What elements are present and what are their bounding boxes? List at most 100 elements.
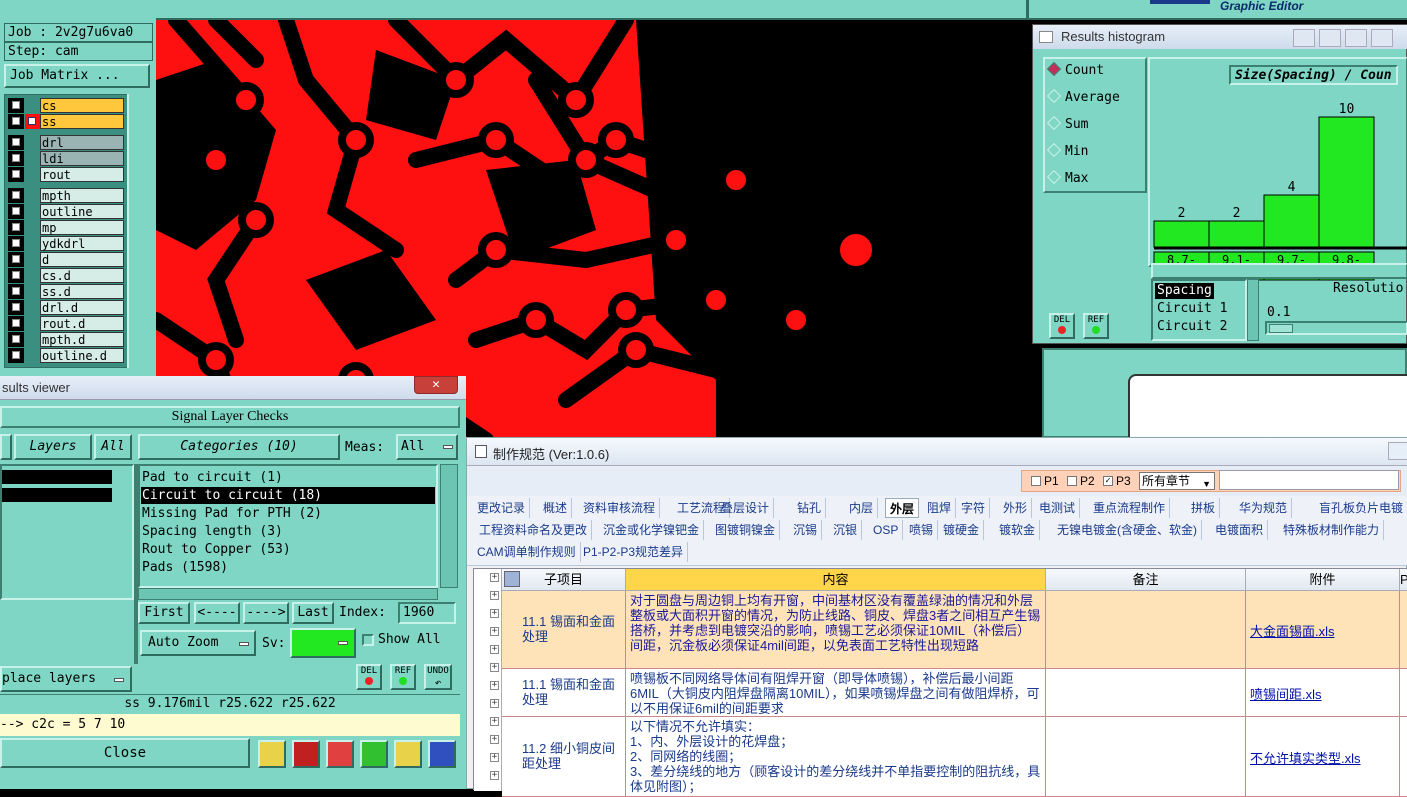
layer-visibility-checkbox[interactable] [8,188,24,203]
search-input[interactable] [1219,470,1399,490]
close-button[interactable] [1345,29,1367,47]
expand-row-icon[interactable]: + [490,573,499,582]
layer-visibility-checkbox[interactable] [8,236,24,251]
row-attachment[interactable]: 喷锡间距.xls [1246,669,1400,717]
layer-row[interactable]: mp [8,220,124,235]
rv-undo-button[interactable]: UNDO ↶ [424,664,452,690]
layer-row[interactable]: drl.d [8,300,124,315]
tab-tabs_row2-7[interactable]: 镀硬金 [939,520,985,540]
expand-row-icon[interactable]: + [490,645,499,654]
category-item[interactable]: Pad to circuit (1) [141,469,435,486]
tab-tabs_row1-13[interactable]: 拼板 [1187,498,1221,518]
expand-row-icon[interactable]: + [490,591,499,600]
layer-name[interactable]: rout [40,167,124,182]
category-item[interactable]: Rout to Copper (53) [141,541,435,558]
column-header[interactable]: 备注 [1046,569,1246,591]
layer-row[interactable]: outline.d [8,348,124,363]
tab-tabs_row2-1[interactable]: 沉金或化学镍钯金 [599,520,705,540]
layer-row[interactable]: mpth [8,188,124,203]
layers-list-row[interactable] [2,488,112,502]
layers-left-button[interactable] [0,434,12,460]
column-header[interactable]: 附件 [1246,569,1400,591]
spacing-list-item[interactable]: Circuit 1 [1155,301,1229,317]
layer-visibility-checkbox[interactable] [8,252,24,267]
restore-button[interactable] [1371,29,1393,47]
number-tool-icon[interactable] [360,740,388,768]
row-note[interactable] [1046,591,1246,669]
replace-layers-select[interactable]: place layers [0,666,132,692]
layer-visibility-checkbox[interactable] [8,220,24,235]
expand-row-icon[interactable]: + [490,699,499,708]
tab-tabs_row2-10[interactable]: 电镀面积 [1211,520,1269,540]
histogram-bar[interactable] [1153,220,1210,248]
tab-tabs_row1-6[interactable]: 内层 [845,498,879,518]
layer-visibility-checkbox[interactable] [8,348,24,363]
minimize-button[interactable] [1293,29,1315,47]
layer-row[interactable]: outline [8,204,124,219]
marker-tool-icon[interactable] [258,740,286,768]
show-all-checkbox[interactable] [362,634,374,646]
ref-button[interactable]: REF [1083,313,1109,339]
meas-select[interactable]: All [396,434,458,460]
tab-tabs_row2-6[interactable]: 喷锡 [905,520,939,540]
layer-row[interactable]: rout.d [8,316,124,331]
pane-divider[interactable] [134,464,138,664]
all-layers-button[interactable]: All [94,434,132,460]
row-content[interactable]: 喷锡板不同网络导体间有阻焊开窗（即导体喷锡），补偿后最小间距6MIL（大铜皮内阻… [626,669,1046,717]
expand-row-icon[interactable]: + [490,717,499,726]
layer-name[interactable]: ydkdrl [40,236,124,251]
layer-row[interactable]: ldi [8,151,124,166]
tab-tabs_row1-10[interactable]: 外形 [999,498,1033,518]
spacing-list-scrollbar[interactable] [1247,279,1259,341]
tab-tabs_row3-1[interactable]: P1-P2-P3规范差异 [579,542,689,562]
attachment-link[interactable]: 喷锡间距.xls [1250,687,1322,702]
chart-tool-icon[interactable] [428,740,456,768]
tab-tabs_row1-15[interactable]: 盲孔板负片电镀 [1315,498,1407,518]
prev-button[interactable]: <---- [194,602,240,624]
tab-tabs_row2-0[interactable]: 工程资料命名及更改 [475,520,593,540]
row-p-checkbox[interactable] [1400,669,1407,717]
expand-row-icon[interactable]: + [490,681,499,690]
row-content[interactable]: 以下情况不允许填实： 1、内、外层设计的花焊盘； 2、同网络的线圈； 3、差分绕… [626,717,1046,797]
tab-tabs_row1-1[interactable]: 概述 [539,498,573,518]
sv-color-select[interactable] [290,628,356,658]
index-input[interactable]: 1960 [398,602,456,624]
layer-row[interactable]: d [8,252,124,267]
tab-tabs_row2-11[interactable]: 特殊板材制作能力 [1279,520,1385,540]
tab-tabs_row1-11[interactable]: 电测试 [1035,498,1081,518]
layer-visibility-checkbox[interactable] [8,332,24,347]
layer-row[interactable]: mpth.d [8,332,124,347]
layer-row[interactable]: ss [8,114,124,129]
layer-name[interactable]: cs.d [40,268,124,283]
histogram-hscroll[interactable] [1151,263,1407,279]
expand-row-icon[interactable]: + [490,753,499,762]
tab-tabs_row1-4[interactable]: 叠层设计 [717,498,775,518]
expand-row-icon[interactable]: + [490,609,499,618]
layer-name[interactable]: rout.d [40,316,124,331]
tab-tabs_row1-12[interactable]: 重点流程制作 [1089,498,1171,518]
tab-tabs_row1-5[interactable]: 钻孔 [793,498,827,518]
row-attachment[interactable]: 不允许填实类型.xls [1246,717,1400,797]
tab-tabs_row3-0[interactable]: CAM调单制作规则 [473,542,581,562]
tab-tabs_row2-2[interactable]: 图镀铜镍金 [711,520,781,540]
layer-visibility-checkbox[interactable] [8,151,24,166]
layer-name[interactable]: ss [40,114,124,129]
tab-tabs_row1-7[interactable]: 外层 [885,498,920,518]
category-item[interactable]: Missing Pad for PTH (2) [141,505,435,522]
mode-radio-max[interactable]: Max [1046,168,1088,190]
histogram-bars[interactable]: 28.7-8.829.1-9.249.7-9.8109.8-9.9 [1148,57,1407,287]
expand-row-icon[interactable]: + [490,771,499,780]
tab-tabs_row2-8[interactable]: 镀软金 [995,520,1041,540]
row-content[interactable]: 对于圆盘与周边铜上均有开窗，中间基材区没有覆盖绿油的情况和外层整板或大面积开窗的… [626,591,1046,669]
tab-tabs_row2-3[interactable]: 沉锡 [789,520,823,540]
layer-name[interactable]: d [40,252,124,267]
category-item[interactable]: Circuit to circuit (18) [141,487,435,504]
category-item[interactable]: Pads (1598) [141,559,435,576]
layer-visibility-checkbox[interactable] [8,135,24,150]
window-button[interactable] [1388,442,1407,460]
histogram-bar[interactable] [1208,220,1265,248]
delete-tool-icon[interactable] [292,740,320,768]
tab-tabs_row1-2[interactable]: 资料审核流程 [579,498,661,518]
row-item[interactable]: 11.2 细小铜皮间距处理 [502,717,626,797]
layer-row[interactable]: ss.d [8,284,124,299]
